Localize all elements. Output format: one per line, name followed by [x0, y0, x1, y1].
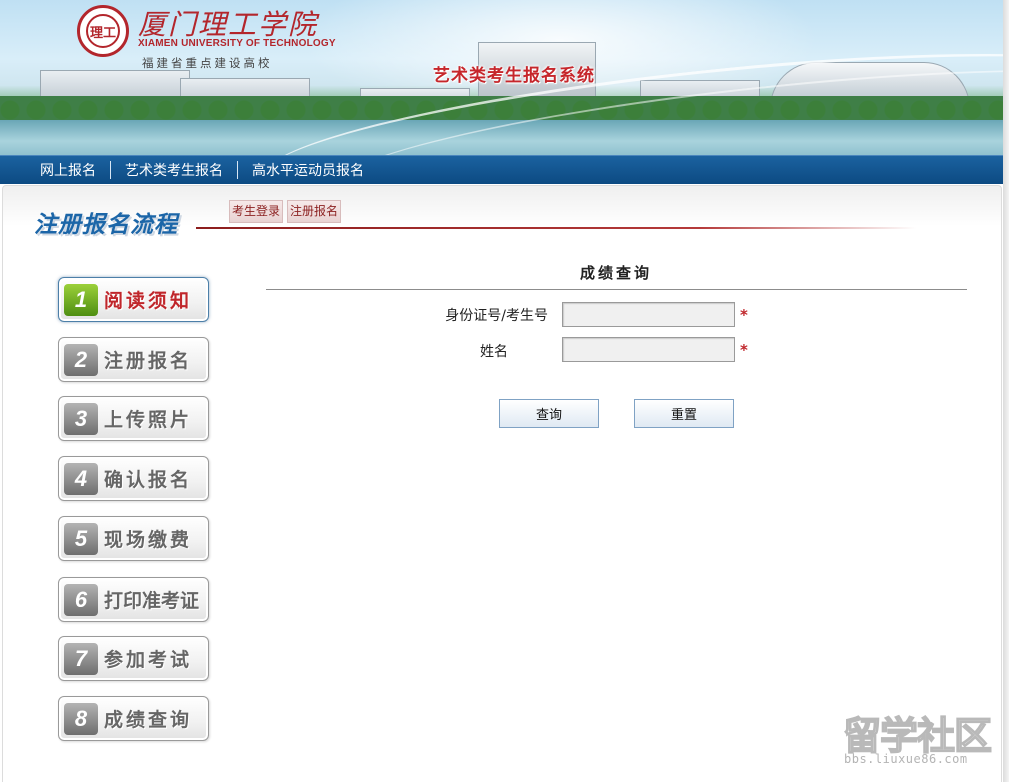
id-number-label: 身份证号/考生号: [445, 308, 548, 324]
page-edge: [1003, 0, 1009, 782]
step-print-admission-ticket[interactable]: 6 打印准考证: [58, 577, 209, 622]
step-label: 打印准考证: [104, 590, 200, 612]
nav-item-online-registration[interactable]: 网上报名: [26, 160, 110, 180]
name-input[interactable]: [562, 337, 735, 362]
step-label: 成绩查询: [104, 709, 193, 731]
top-nav: 网上报名 艺术类考生报名 高水平运动员报名: [0, 155, 1003, 184]
watermark-url: bbs.liuxue86.com: [844, 752, 968, 766]
required-mark: *: [740, 306, 748, 324]
system-title: 艺术类考生报名系统: [433, 66, 595, 86]
step-read-notice[interactable]: 1 阅读须知: [58, 277, 209, 322]
school-tagline: 福建省重点建设高校: [142, 56, 273, 70]
school-name-en: XIAMEN UNIVERSITY OF TECHNOLOGY: [138, 38, 336, 49]
form-divider: [266, 289, 967, 290]
step-onsite-payment[interactable]: 5 现场缴费: [58, 516, 209, 561]
step-label: 确认报名: [104, 469, 193, 491]
step-number-badge: 1: [64, 283, 98, 316]
name-label: 姓名: [480, 344, 508, 360]
emblem-text: 理工: [86, 14, 120, 48]
step-number-badge: 8: [64, 702, 98, 735]
flow-title-underline: [196, 227, 916, 229]
step-take-exam[interactable]: 7 参加考试: [58, 636, 209, 681]
step-upload-photo[interactable]: 3 上传照片: [58, 396, 209, 441]
step-label: 注册报名: [104, 350, 193, 372]
school-name-cn: 厦门理工学院: [138, 8, 319, 41]
tab-register[interactable]: 注册报名: [287, 200, 342, 223]
step-register[interactable]: 2 注册报名: [58, 337, 209, 382]
step-number-badge: 2: [64, 343, 98, 376]
step-label: 上传照片: [104, 409, 193, 431]
school-emblem-icon: 理工: [77, 5, 129, 57]
nav-item-art-registration[interactable]: 艺术类考生报名: [111, 160, 237, 180]
step-number-badge: 3: [64, 402, 98, 435]
flow-title: 注册报名流程: [34, 212, 178, 238]
step-number-badge: 7: [64, 642, 98, 675]
step-label: 参加考试: [104, 649, 193, 671]
form-title: 成绩查询: [579, 264, 652, 282]
nav-item-athlete-registration[interactable]: 高水平运动员报名: [238, 160, 378, 180]
step-score-query[interactable]: 8 成绩查询: [58, 696, 209, 741]
header-banner: 理工 厦门理工学院 XIAMEN UNIVERSITY OF TECHNOLOG…: [0, 0, 1003, 155]
step-number-badge: 4: [64, 462, 98, 495]
step-label: 现场缴费: [104, 529, 193, 551]
step-confirm-registration[interactable]: 4 确认报名: [58, 456, 209, 501]
id-number-input[interactable]: [562, 302, 735, 327]
required-mark: *: [740, 341, 748, 359]
query-button[interactable]: 查询: [499, 399, 599, 428]
tab-student-login[interactable]: 考生登录: [229, 200, 284, 223]
step-label: 阅读须知: [104, 290, 193, 312]
reset-button[interactable]: 重置: [634, 399, 734, 428]
step-number-badge: 5: [64, 522, 98, 555]
step-number-badge: 6: [64, 583, 98, 616]
watermark: 留学社区 bbs.liuxue86.com: [840, 705, 1000, 775]
